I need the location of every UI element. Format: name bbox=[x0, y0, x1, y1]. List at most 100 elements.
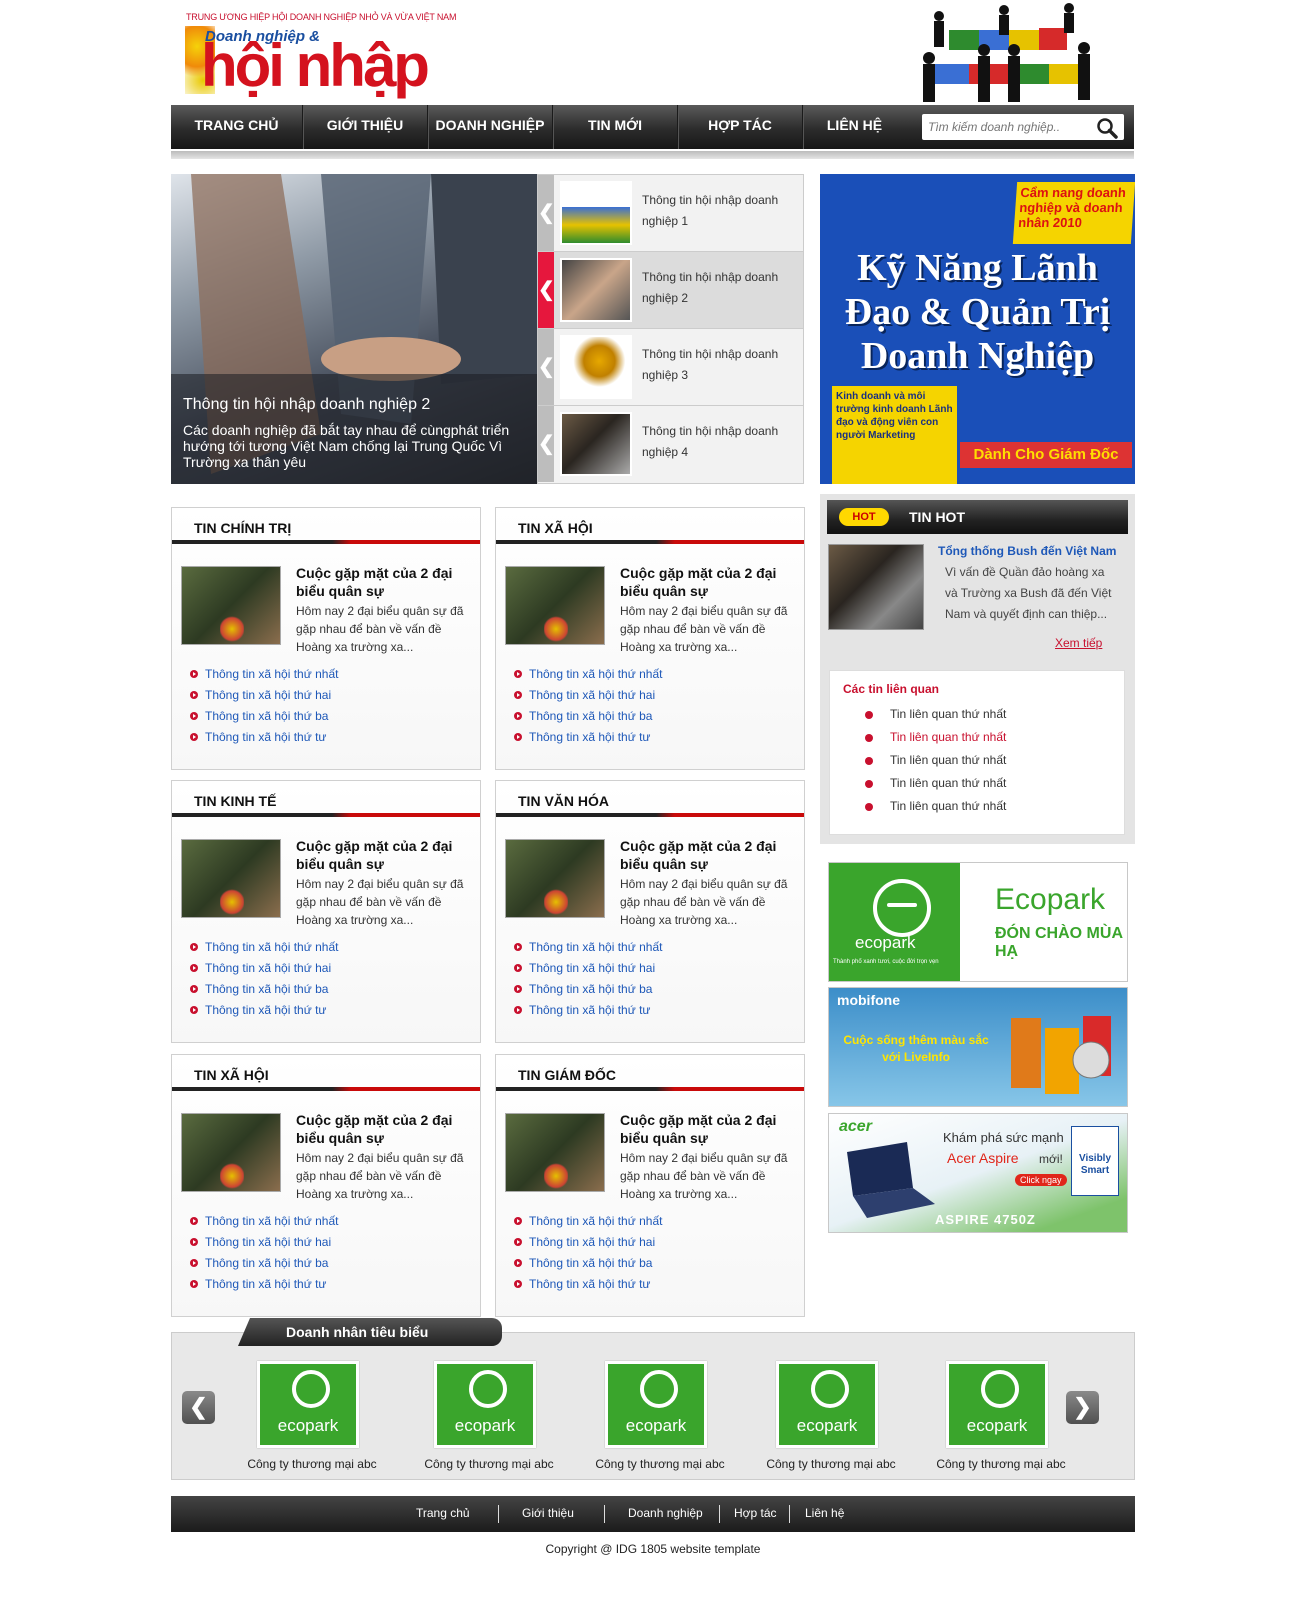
article-headline[interactable]: Cuộc gặp mặt của 2 đại biểu quân sự bbox=[296, 837, 471, 873]
article-headline[interactable]: Cuộc gặp mặt của 2 đại biểu quân sự bbox=[296, 1111, 471, 1147]
article-link[interactable]: Thông tin xã hội thứ tư bbox=[514, 1000, 794, 1021]
article-link[interactable]: Thông tin xã hội thứ hai bbox=[190, 685, 470, 706]
nav-item-cooperation[interactable]: HỢP TÁC bbox=[678, 105, 803, 149]
slider-title[interactable]: Thông tin hội nhập doanh nghiệp 2 bbox=[183, 396, 430, 414]
nav-item-contact[interactable]: LIÊN HỆ bbox=[803, 105, 906, 149]
acer-brand: acer bbox=[839, 1118, 872, 1135]
article-link[interactable]: Thông tin xã hội thứ hai bbox=[514, 685, 794, 706]
article-headline[interactable]: Cuộc gặp mặt của 2 đại biểu quân sự bbox=[296, 564, 471, 600]
article-link[interactable]: Thông tin xã hội thứ hai bbox=[514, 958, 794, 979]
footer-link-about[interactable]: Giới thiệu bbox=[522, 1496, 574, 1532]
ecopark-name: Ecopark bbox=[995, 883, 1106, 916]
carousel-caption[interactable]: Công ty thương mại abc bbox=[761, 1457, 901, 1471]
carousel-caption[interactable]: Công ty thương mại abc bbox=[590, 1457, 730, 1471]
article-link[interactable]: Thông tin xã hội thứ nhất bbox=[514, 937, 794, 958]
read-more-link[interactable]: Xem tiếp bbox=[1055, 636, 1102, 650]
acer-ad[interactable]: acer Khám phá sức mạnh Acer Aspire mới! … bbox=[828, 1113, 1128, 1233]
hot-news-headline[interactable]: Tổng thống Bush đến Việt Nam bbox=[938, 544, 1116, 558]
article-link[interactable]: Thông tin xã hội thứ nhất bbox=[190, 1211, 470, 1232]
carousel-caption[interactable]: Công ty thương mại abc bbox=[419, 1457, 559, 1471]
article-headline[interactable]: Cuộc gặp mặt của 2 đại biểu quân sự bbox=[620, 837, 795, 873]
ecopark-ad[interactable]: ecopark Thành phố xanh tươi, cuộc đời tr… bbox=[828, 862, 1128, 982]
hot-news-image[interactable] bbox=[828, 544, 924, 630]
slider-thumb[interactable]: ❮ Thông tin hội nhập doanh nghiệp 4 bbox=[538, 406, 803, 483]
footer-link-contact[interactable]: Liên hệ bbox=[805, 1496, 844, 1532]
article-link[interactable]: Thông tin xã hội thứ ba bbox=[190, 1253, 470, 1274]
article-link[interactable]: Thông tin xã hội thứ ba bbox=[514, 706, 794, 727]
section-title[interactable]: TIN KINH TẾ bbox=[194, 793, 276, 809]
slider-thumb-active[interactable]: ❮ Thông tin hội nhập doanh nghiệp 2 bbox=[538, 252, 803, 329]
org-name: TRUNG ƯƠNG HIỆP HỘI DOANH NGHIỆP NHỎ VÀ … bbox=[186, 12, 457, 22]
related-news-item[interactable]: Tin liên quan thứ nhất bbox=[865, 749, 1115, 772]
article-summary: Hôm nay 2 đại biểu quân sự đã gặp nhau đ… bbox=[296, 604, 464, 654]
mobifone-ad[interactable]: mobifone Cuộc sống thêm màu sắc với Live… bbox=[828, 987, 1128, 1107]
nav-item-about[interactable]: GIỚI THIỆU bbox=[303, 105, 428, 149]
article-link[interactable]: Thông tin xã hội thứ tư bbox=[190, 1274, 470, 1295]
click-now-button[interactable]: Click ngay bbox=[1015, 1174, 1067, 1186]
ecopark-logo-icon[interactable]: ecopark bbox=[257, 1361, 359, 1448]
article-link[interactable]: Thông tin xã hội thứ tư bbox=[190, 727, 470, 748]
ecopark-logo-icon[interactable]: ecopark bbox=[946, 1361, 1048, 1448]
search-icon[interactable] bbox=[1096, 117, 1118, 139]
carousel-item[interactable]: ecopark Công ty thương mại abc bbox=[242, 1361, 382, 1481]
nav-item-business[interactable]: DOANH NGHIỆP bbox=[428, 105, 553, 149]
carousel-caption[interactable]: Công ty thương mại abc bbox=[931, 1457, 1071, 1471]
article-link[interactable]: Thông tin xã hội thứ ba bbox=[190, 979, 470, 1000]
section-title[interactable]: TIN VĂN HÓA bbox=[518, 793, 609, 809]
article-link[interactable]: Thông tin xã hội thứ tư bbox=[190, 1000, 470, 1021]
book-advertisement[interactable]: Cẩm nang doanh nghiệp và doanh nhân 2010… bbox=[820, 174, 1135, 484]
footer-divider bbox=[719, 1505, 720, 1523]
footer-link-home[interactable]: Trang chủ bbox=[416, 1496, 470, 1532]
article-link[interactable]: Thông tin xã hội thứ nhất bbox=[514, 664, 794, 685]
hot-badge: HOT bbox=[839, 508, 889, 526]
carousel-item[interactable]: ecopark Công ty thương mại abc bbox=[761, 1361, 901, 1481]
article-image[interactable] bbox=[505, 566, 605, 645]
article-image[interactable] bbox=[505, 839, 605, 918]
article-link[interactable]: Thông tin xã hội thứ ba bbox=[190, 706, 470, 727]
section-title[interactable]: TIN XÃ HỘI bbox=[194, 1067, 269, 1083]
article-image[interactable] bbox=[181, 1113, 281, 1192]
article-link[interactable]: Thông tin xã hội thứ ba bbox=[514, 1253, 794, 1274]
footer-link-business[interactable]: Doanh nghiệp bbox=[628, 1496, 703, 1532]
article-link[interactable]: Thông tin xã hội thứ ba bbox=[514, 979, 794, 1000]
article-headline[interactable]: Cuộc gặp mặt của 2 đại biểu quân sự bbox=[620, 564, 795, 600]
article-link[interactable]: Thông tin xã hội thứ nhất bbox=[190, 937, 470, 958]
carousel-item[interactable]: ecopark Công ty thương mại abc bbox=[590, 1361, 730, 1481]
thumb-title: Thông tin hội nhập doanh nghiệp 4 bbox=[642, 424, 779, 459]
ecopark-logo-icon[interactable]: ecopark bbox=[434, 1361, 536, 1448]
section-title[interactable]: TIN CHÍNH TRỊ bbox=[194, 520, 291, 536]
carousel-item[interactable]: ecopark Công ty thương mại abc bbox=[419, 1361, 559, 1481]
article-link[interactable]: Thông tin xã hội thứ hai bbox=[190, 1232, 470, 1253]
nav-item-home[interactable]: TRANG CHỦ bbox=[171, 105, 303, 149]
ecopark-logo-icon[interactable]: ecopark bbox=[605, 1361, 707, 1448]
slider-thumb[interactable]: ❮ Thông tin hội nhập doanh nghiệp 3 bbox=[538, 329, 803, 406]
related-news-item[interactable]: Tin liên quan thứ nhất bbox=[865, 795, 1115, 818]
article-link[interactable]: Thông tin xã hội thứ tư bbox=[514, 1274, 794, 1295]
article-headline[interactable]: Cuộc gặp mặt của 2 đại biểu quân sự bbox=[620, 1111, 795, 1147]
footer-link-cooperation[interactable]: Hợp tác bbox=[734, 1496, 777, 1532]
article-link[interactable]: Thông tin xã hội thứ nhất bbox=[514, 1211, 794, 1232]
search-input[interactable] bbox=[928, 117, 1088, 137]
section-underline bbox=[496, 540, 804, 544]
featured-slider[interactable]: Thông tin hội nhập doanh nghiệp 2 Các do… bbox=[171, 174, 537, 484]
related-news-item[interactable]: Tin liên quan thứ nhất bbox=[865, 703, 1115, 726]
article-image[interactable] bbox=[181, 566, 281, 645]
article-link[interactable]: Thông tin xã hội thứ tư bbox=[514, 727, 794, 748]
carousel-caption[interactable]: Công ty thương mại abc bbox=[242, 1457, 382, 1471]
ecopark-logo-icon[interactable]: ecopark bbox=[776, 1361, 878, 1448]
article-link[interactable]: Thông tin xã hội thứ hai bbox=[190, 958, 470, 979]
slider-thumb[interactable]: ❮ Thông tin hội nhập doanh nghiệp 1 bbox=[538, 175, 803, 252]
article-link[interactable]: Thông tin xã hội thứ nhất bbox=[190, 664, 470, 685]
nav-item-news[interactable]: TIN MỚI bbox=[553, 105, 678, 149]
section-title[interactable]: TIN GIÁM ĐỐC bbox=[518, 1067, 616, 1083]
carousel-item[interactable]: ecopark Công ty thương mại abc bbox=[931, 1361, 1071, 1481]
article-image[interactable] bbox=[181, 839, 281, 918]
article-link[interactable]: Thông tin xã hội thứ hai bbox=[514, 1232, 794, 1253]
article-image[interactable] bbox=[505, 1113, 605, 1192]
related-news-item[interactable]: Tin liên quan thứ nhất bbox=[865, 726, 1115, 749]
section-title[interactable]: TIN XÃ HỘI bbox=[518, 520, 593, 536]
related-news-item[interactable]: Tin liên quan thứ nhất bbox=[865, 772, 1115, 795]
carousel-brand: ecopark bbox=[625, 1416, 687, 1435]
logo-main-text[interactable]: hội nhập bbox=[201, 36, 430, 96]
carousel-prev-button[interactable]: ❮ bbox=[182, 1391, 215, 1424]
